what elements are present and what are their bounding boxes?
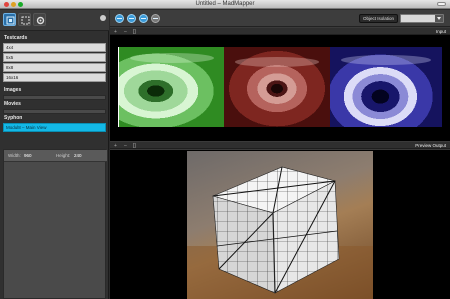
- gear-icon: [36, 16, 45, 25]
- add-surface-icon[interactable]: [127, 14, 136, 23]
- movies-list[interactable]: [3, 109, 106, 114]
- movies-label: Movies: [4, 101, 21, 107]
- testcards-label: Testcards: [4, 35, 28, 41]
- source-size-row: Width: 960 Height: 240: [4, 150, 107, 162]
- testcard-item[interactable]: 8x8: [3, 63, 106, 72]
- height-label: Height:: [56, 153, 71, 158]
- images-list[interactable]: [3, 95, 106, 100]
- main-toolbar: Object Isolation: [110, 10, 450, 27]
- width-value: 960: [24, 153, 32, 158]
- window-title-bar: Untitled – MadMapper: [0, 0, 450, 9]
- settings-tool-button[interactable]: [33, 13, 46, 26]
- preview-pane-header: + – [] Preview Output: [110, 142, 450, 149]
- input-view[interactable]: [110, 35, 450, 141]
- testcard-item[interactable]: 5x5: [3, 53, 106, 62]
- preview-cube-image: [187, 151, 373, 299]
- input-image-green-eye: [118, 47, 224, 127]
- testcard-item[interactable]: 16x16: [3, 73, 106, 82]
- chevron-down-icon: [435, 15, 443, 22]
- mask-tool-icon: [21, 16, 30, 25]
- main-area: Object Isolation + – [] Input + – [] Pre…: [110, 10, 450, 299]
- quad-tool-button[interactable]: [3, 13, 16, 26]
- input-image-blue-eye: [330, 47, 442, 127]
- input-pane-title: Input: [435, 29, 446, 34]
- syphon-label: Syphon: [4, 115, 23, 121]
- zoom-in-button[interactable]: +: [114, 143, 117, 149]
- mask-tool-button[interactable]: [18, 13, 31, 26]
- source-properties: Width: 960 Height: 240: [3, 149, 107, 299]
- testcard-item[interactable]: 4x4: [3, 43, 106, 52]
- left-panel: Testcards 4x4 5x5 8x8 16x16 Images Movie…: [0, 10, 109, 299]
- remove-surface-icon[interactable]: [139, 14, 148, 23]
- preview-output-view[interactable]: [110, 150, 450, 299]
- zoom-out-button[interactable]: –: [124, 143, 127, 149]
- object-isolation-button[interactable]: Object Isolation: [358, 14, 398, 23]
- window-title: Untitled – MadMapper: [195, 1, 255, 7]
- width-label: Width:: [8, 153, 21, 158]
- output-select[interactable]: [400, 14, 444, 23]
- preview-pane-title: Preview Output: [415, 143, 446, 148]
- input-pane-header: + – [] Input: [110, 28, 450, 35]
- duplicate-surface-icon[interactable]: [151, 14, 160, 23]
- images-label: Images: [4, 87, 22, 93]
- height-value: 240: [74, 153, 82, 158]
- toolbar-toggle-button[interactable]: [437, 2, 446, 6]
- fit-view-button[interactable]: []: [133, 143, 136, 149]
- tool-selector: [0, 10, 109, 31]
- input-image-red-eye: [224, 47, 330, 127]
- mapped-cube-graphic: [187, 166, 373, 299]
- quad-tool-icon: [6, 16, 15, 25]
- syphon-source-item[interactable]: Modul8 – Main View: [3, 123, 106, 132]
- close-panel-icon[interactable]: [100, 15, 106, 21]
- menu-icon[interactable]: [115, 14, 124, 23]
